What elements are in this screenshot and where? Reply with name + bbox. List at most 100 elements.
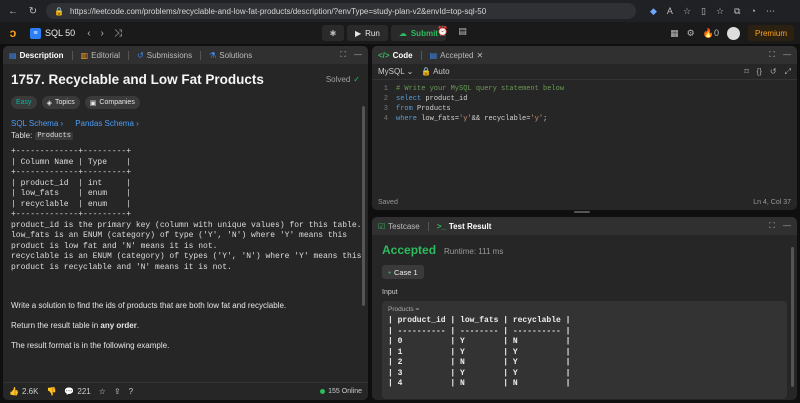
tab-divider <box>71 50 73 60</box>
star-icon[interactable]: ☆ <box>99 387 106 396</box>
run-button[interactable]: ▶ Run <box>347 25 388 41</box>
code-token: from <box>396 105 413 113</box>
text-span: . <box>136 321 140 330</box>
comment-icon: 💬 <box>64 387 75 396</box>
expand-icon[interactable]: ⛶ <box>769 50 775 60</box>
online-indicator: 155 Online <box>320 388 362 395</box>
leetcode-logo-icon[interactable]: ↄ <box>6 26 20 40</box>
topics-chip[interactable]: ◈ Topics <box>41 96 80 109</box>
line-number: 1 <box>383 85 388 93</box>
shuffle-icon[interactable]: ⤨ <box>114 28 122 39</box>
code-editor[interactable]: 1 # Write your MySQL query statement belo… <box>372 80 797 128</box>
prev-problem-icon[interactable]: ‹ <box>87 28 90 39</box>
solved-status: Solved ✓ <box>326 75 360 84</box>
auto-format-toggle[interactable]: 🔒 Auto <box>421 67 449 76</box>
tab-divider <box>427 221 429 231</box>
dislike-icon[interactable]: 👎 <box>46 387 56 396</box>
description-footer: 👍 2.6K 👎 💬 221 ☆ ⇪ ? 155 Online <box>3 382 368 400</box>
address-bar[interactable]: 🔒 https://leetcode.com/problems/recyclab… <box>46 3 636 19</box>
collapse-icon[interactable]: — <box>354 50 362 60</box>
favorite-star-icon[interactable]: ☆ <box>683 6 691 17</box>
code-line[interactable]: 4 where low_fats='y'&& recyclable='y'; <box>372 114 797 124</box>
terminal-icon: >_ <box>436 221 446 231</box>
scrollbar[interactable] <box>791 247 794 387</box>
fullscreen-icon[interactable]: ⤢ <box>785 67 791 77</box>
expand-icon[interactable]: ⛶ <box>340 50 346 60</box>
tab-description[interactable]: ▤ Description <box>9 51 64 60</box>
sql-schema-link[interactable]: SQL Schema › <box>11 119 63 128</box>
split-screen-icon[interactable]: ▯ <box>701 6 706 17</box>
bookmark-icon[interactable]: ⌑ <box>744 67 748 77</box>
collapse-icon[interactable]: — <box>783 221 791 231</box>
chevron-right-icon: › <box>136 119 139 128</box>
tab-label: Submissions <box>146 50 193 60</box>
settings-gear-icon[interactable]: ⚙ <box>687 28 695 39</box>
help-icon[interactable]: ? <box>129 387 133 396</box>
code-panel: </> Code ▤ Accepted ✕ ⛶ — MySQL ⌄ 🔒 Auto ⌑ … <box>372 46 797 210</box>
code-text: # Write your MySQL query statement below <box>396 84 564 94</box>
tab-accepted[interactable]: ▤ Accepted ✕ <box>430 51 484 60</box>
tab-label: Accepted <box>440 50 474 60</box>
tab-code[interactable]: </> Code <box>378 51 413 60</box>
layout-icon[interactable]: ▦ <box>670 28 679 39</box>
case-tab[interactable]: • Case 1 <box>382 265 424 279</box>
companies-chip[interactable]: ▣ Companies <box>84 96 140 109</box>
close-icon[interactable]: ✕ <box>477 51 484 60</box>
premium-button[interactable]: Premium <box>747 25 794 41</box>
collections-icon[interactable]: ⧉ <box>734 6 740 17</box>
description-tabs: ▤ Description ▥ Editorial ↺ Submissions ⚗ So… <box>3 46 368 64</box>
chip-label: Topics <box>54 99 75 106</box>
comments-button[interactable]: 💬 221 <box>64 387 90 396</box>
profile-icon[interactable]: ◔ <box>750 6 755 16</box>
expand-icon[interactable]: ⛶ <box>769 221 775 231</box>
more-menu-icon[interactable]: ⋯ <box>766 6 775 17</box>
avatar[interactable] <box>726 26 740 40</box>
tab-divider <box>128 50 130 60</box>
scrollbar[interactable] <box>362 106 365 306</box>
tab-test-result[interactable]: >_ Test Result <box>437 222 492 231</box>
difficulty-badge[interactable]: Easy <box>11 96 37 109</box>
code-line[interactable]: 1 # Write your MySQL query statement belo… <box>372 84 797 94</box>
back-arrow-icon[interactable]: ← <box>6 4 20 18</box>
save-status: Saved <box>378 199 398 206</box>
extension-icon[interactable]: ◆ <box>650 6 657 17</box>
document-icon: ▤ <box>9 50 17 60</box>
tag-icon: ◈ <box>46 99 52 107</box>
case-label: Case 1 <box>393 267 418 277</box>
study-list-title[interactable]: ≡ SQL 50 <box>30 27 75 39</box>
editor-status: Saved Ln 4, Col 37 <box>378 199 791 206</box>
dot-icon: • <box>388 267 391 277</box>
line-number: 3 <box>383 105 388 113</box>
share-icon[interactable]: ⇪ <box>114 387 121 396</box>
pandas-schema-link[interactable]: Pandas Schema › <box>75 119 139 128</box>
panel-resize-handle[interactable] <box>574 211 590 213</box>
code-line[interactable]: 3 from Products <box>372 104 797 114</box>
collapse-icon[interactable]: — <box>783 50 791 60</box>
favorites-icon[interactable]: ☆ <box>716 6 724 17</box>
runtime: Runtime: 111 ms <box>444 247 504 256</box>
code-line[interactable]: 2 select product_id <box>372 94 797 104</box>
streak-fire-icon[interactable]: 🔥0 <box>703 28 719 39</box>
alarm-icon[interactable]: ⏰ <box>437 26 448 37</box>
reload-icon[interactable]: ↻ <box>26 4 40 18</box>
like-button[interactable]: 👍 2.6K <box>9 387 38 396</box>
brackets-icon[interactable]: {} <box>757 67 762 77</box>
tab-label: Test Result <box>448 221 492 231</box>
tab-testcase[interactable]: ☑ Testcase <box>378 222 420 231</box>
description-panel: ▤ Description ▥ Editorial ↺ Submissions ⚗ So… <box>3 46 368 400</box>
tab-solutions[interactable]: ⚗ Solutions <box>209 51 252 60</box>
tab-submissions[interactable]: ↺ Submissions <box>137 51 192 60</box>
debug-button[interactable]: ✱ <box>322 25 344 41</box>
flask-icon: ⚗ <box>209 50 217 60</box>
code-text: from Products <box>396 104 451 114</box>
book-icon: ▥ <box>80 50 89 60</box>
submit-label: Submit <box>410 28 438 38</box>
read-aloud-icon[interactable]: A <box>667 6 673 16</box>
comment-count: 221 <box>77 387 91 396</box>
lock-icon: 🔒 <box>54 6 64 16</box>
next-problem-icon[interactable]: › <box>101 28 104 39</box>
reset-icon[interactable]: ↺ <box>770 67 777 77</box>
language-select[interactable]: MySQL ⌄ <box>378 67 413 76</box>
notes-icon[interactable]: ▤ <box>458 26 467 37</box>
tab-editorial[interactable]: ▥ Editorial <box>81 51 120 60</box>
